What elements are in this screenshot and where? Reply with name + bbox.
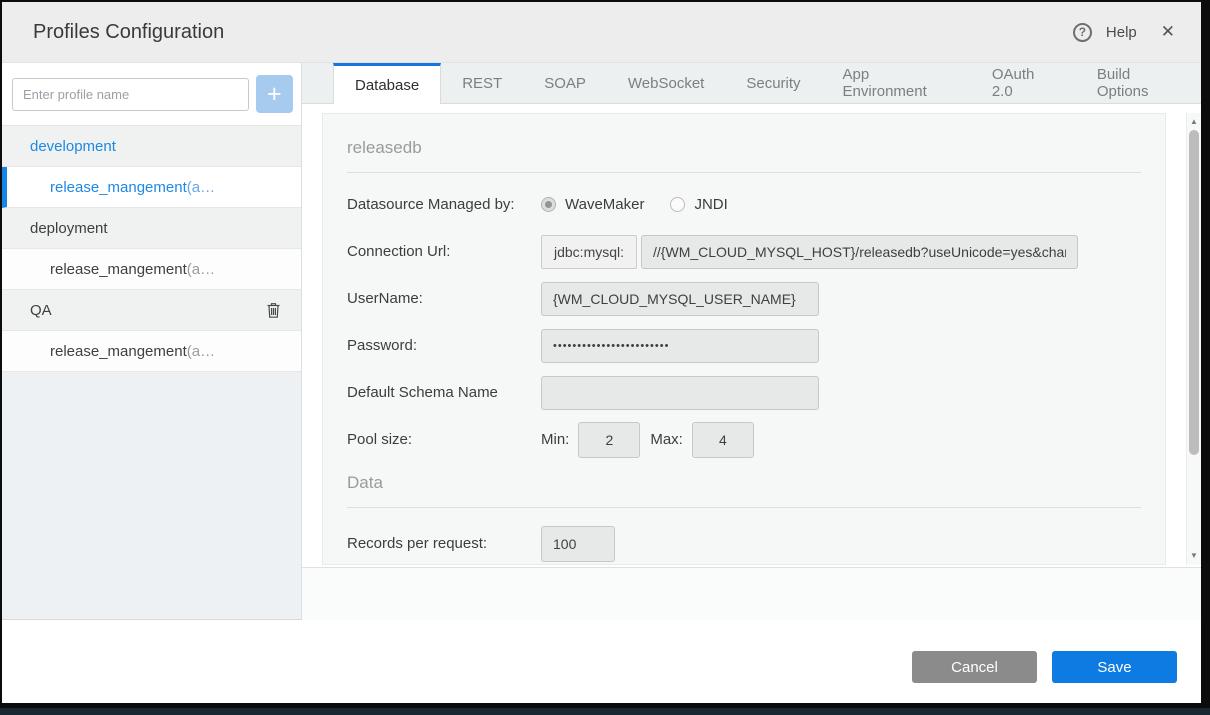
datasource-label: Datasource Managed by:	[347, 196, 541, 213]
cancel-button[interactable]: Cancel	[912, 651, 1037, 683]
username-label: UserName:	[347, 290, 541, 307]
profile-search-row: +	[2, 63, 301, 125]
radio-selected-icon[interactable]	[541, 197, 556, 212]
main-panel: Database REST SOAP WebSocket Security Ap…	[302, 63, 1201, 620]
sidebar-item-deployment[interactable]: deployment	[2, 208, 301, 249]
pool-min-input[interactable]	[578, 422, 640, 458]
scrollbar-thumb[interactable]	[1189, 130, 1199, 455]
datasource-row: Datasource Managed by: WaveMaker JNDI	[347, 181, 1141, 228]
dialog-header: Profiles Configuration ? Help ✕	[2, 2, 1201, 63]
radio-jndi-label: JNDI	[694, 196, 727, 213]
database-tab-content: releasedb Datasource Managed by: WaveMak…	[302, 104, 1201, 620]
profiles-list: development release_mangement (a… deploy…	[2, 125, 301, 372]
help-icon[interactable]: ?	[1073, 23, 1092, 42]
section-divider	[347, 172, 1141, 173]
datasource-radio-group: WaveMaker JNDI	[541, 196, 728, 213]
connection-url-input[interactable]	[641, 235, 1078, 269]
radio-unselected-icon[interactable]	[670, 197, 685, 212]
tab-websocket[interactable]: WebSocket	[607, 63, 725, 103]
profile-item-label: release_mangement	[50, 343, 187, 360]
schema-label: Default Schema Name	[347, 384, 541, 401]
sidebar-item-development[interactable]: development	[2, 126, 301, 167]
dialog-footer: Cancel Save	[2, 620, 1201, 703]
profile-name-input[interactable]	[12, 78, 249, 111]
tab-database[interactable]: Database	[333, 63, 441, 104]
connection-url-label: Connection Url:	[347, 243, 541, 260]
tab-security[interactable]: Security	[725, 63, 821, 103]
save-button[interactable]: Save	[1052, 651, 1177, 683]
jdbc-prefix: jdbc:mysql:	[541, 235, 637, 269]
page-title: Profiles Configuration	[33, 21, 224, 44]
tab-app-environment[interactable]: App Environment	[822, 63, 971, 103]
profile-item-suffix: (a…	[187, 261, 215, 278]
window-background-strip	[0, 708, 1210, 715]
radio-wavemaker-label: WaveMaker	[565, 196, 644, 213]
config-tabs: Database REST SOAP WebSocket Security Ap…	[302, 63, 1201, 104]
pool-size-row: Pool size: Min: Max:	[347, 416, 1141, 463]
section-title-data: Data	[347, 473, 1141, 493]
password-input[interactable]	[541, 329, 819, 363]
records-label: Records per request:	[347, 535, 541, 552]
profile-group-label: deployment	[30, 220, 108, 237]
delete-profile-icon[interactable]	[266, 302, 281, 319]
password-label: Password:	[347, 337, 541, 354]
profile-group-label: development	[30, 138, 116, 155]
pool-max-input[interactable]	[692, 422, 754, 458]
form-rows: Datasource Managed by: WaveMaker JNDI	[347, 181, 1141, 463]
records-input[interactable]	[541, 526, 615, 562]
sidebar-item-release-mangement-2[interactable]: release_mangement (a…	[2, 249, 301, 290]
header-actions: ? Help ✕	[1073, 22, 1175, 42]
sidebar-item-release-mangement-3[interactable]: release_mangement (a…	[2, 331, 301, 372]
add-profile-button[interactable]: +	[256, 75, 293, 113]
tab-rest[interactable]: REST	[441, 63, 523, 103]
sidebar-item-release-mangement-selected[interactable]: release_mangement (a…	[2, 167, 301, 208]
password-row: Password:	[347, 322, 1141, 369]
schema-row: Default Schema Name	[347, 369, 1141, 416]
scroll-up-icon[interactable]: ▲	[1187, 115, 1201, 129]
connection-url-row: Connection Url: jdbc:mysql:	[347, 228, 1141, 275]
vertical-scrollbar[interactable]: ▲ ▼	[1186, 113, 1201, 565]
profile-group-label: QA	[30, 302, 52, 319]
tab-build-options[interactable]: Build Options	[1076, 63, 1201, 103]
pool-size-label: Pool size:	[347, 431, 541, 448]
close-icon[interactable]: ✕	[1161, 22, 1175, 42]
pool-max-label: Max:	[650, 431, 683, 448]
profile-item-label: release_mangement	[50, 261, 187, 278]
tab-oauth[interactable]: OAuth 2.0	[971, 63, 1076, 103]
profiles-configuration-dialog: Profiles Configuration ? Help ✕ + develo…	[2, 2, 1201, 703]
profile-item-label: release_mangement	[50, 179, 187, 196]
section-title-releasedb: releasedb	[347, 114, 1141, 158]
radio-jndi[interactable]: JNDI	[670, 196, 727, 213]
tab-soap[interactable]: SOAP	[523, 63, 607, 103]
content-bottom-strip	[302, 567, 1201, 620]
sidebar-item-qa[interactable]: QA	[2, 290, 301, 331]
username-input[interactable]	[541, 282, 819, 316]
radio-wavemaker[interactable]: WaveMaker	[541, 196, 644, 213]
username-row: UserName:	[347, 275, 1141, 322]
scroll-down-icon[interactable]: ▼	[1187, 549, 1201, 563]
profile-item-suffix: (a…	[187, 179, 215, 196]
profiles-sidebar: + development release_mangement (a… depl…	[2, 63, 302, 620]
schema-input[interactable]	[541, 376, 819, 410]
help-link[interactable]: Help	[1106, 24, 1137, 41]
records-row: Records per request:	[347, 520, 1141, 565]
section-divider-data	[347, 507, 1141, 508]
pool-min-label: Min:	[541, 431, 569, 448]
profile-item-suffix: (a…	[187, 343, 215, 360]
database-config-card: releasedb Datasource Managed by: WaveMak…	[322, 113, 1166, 565]
